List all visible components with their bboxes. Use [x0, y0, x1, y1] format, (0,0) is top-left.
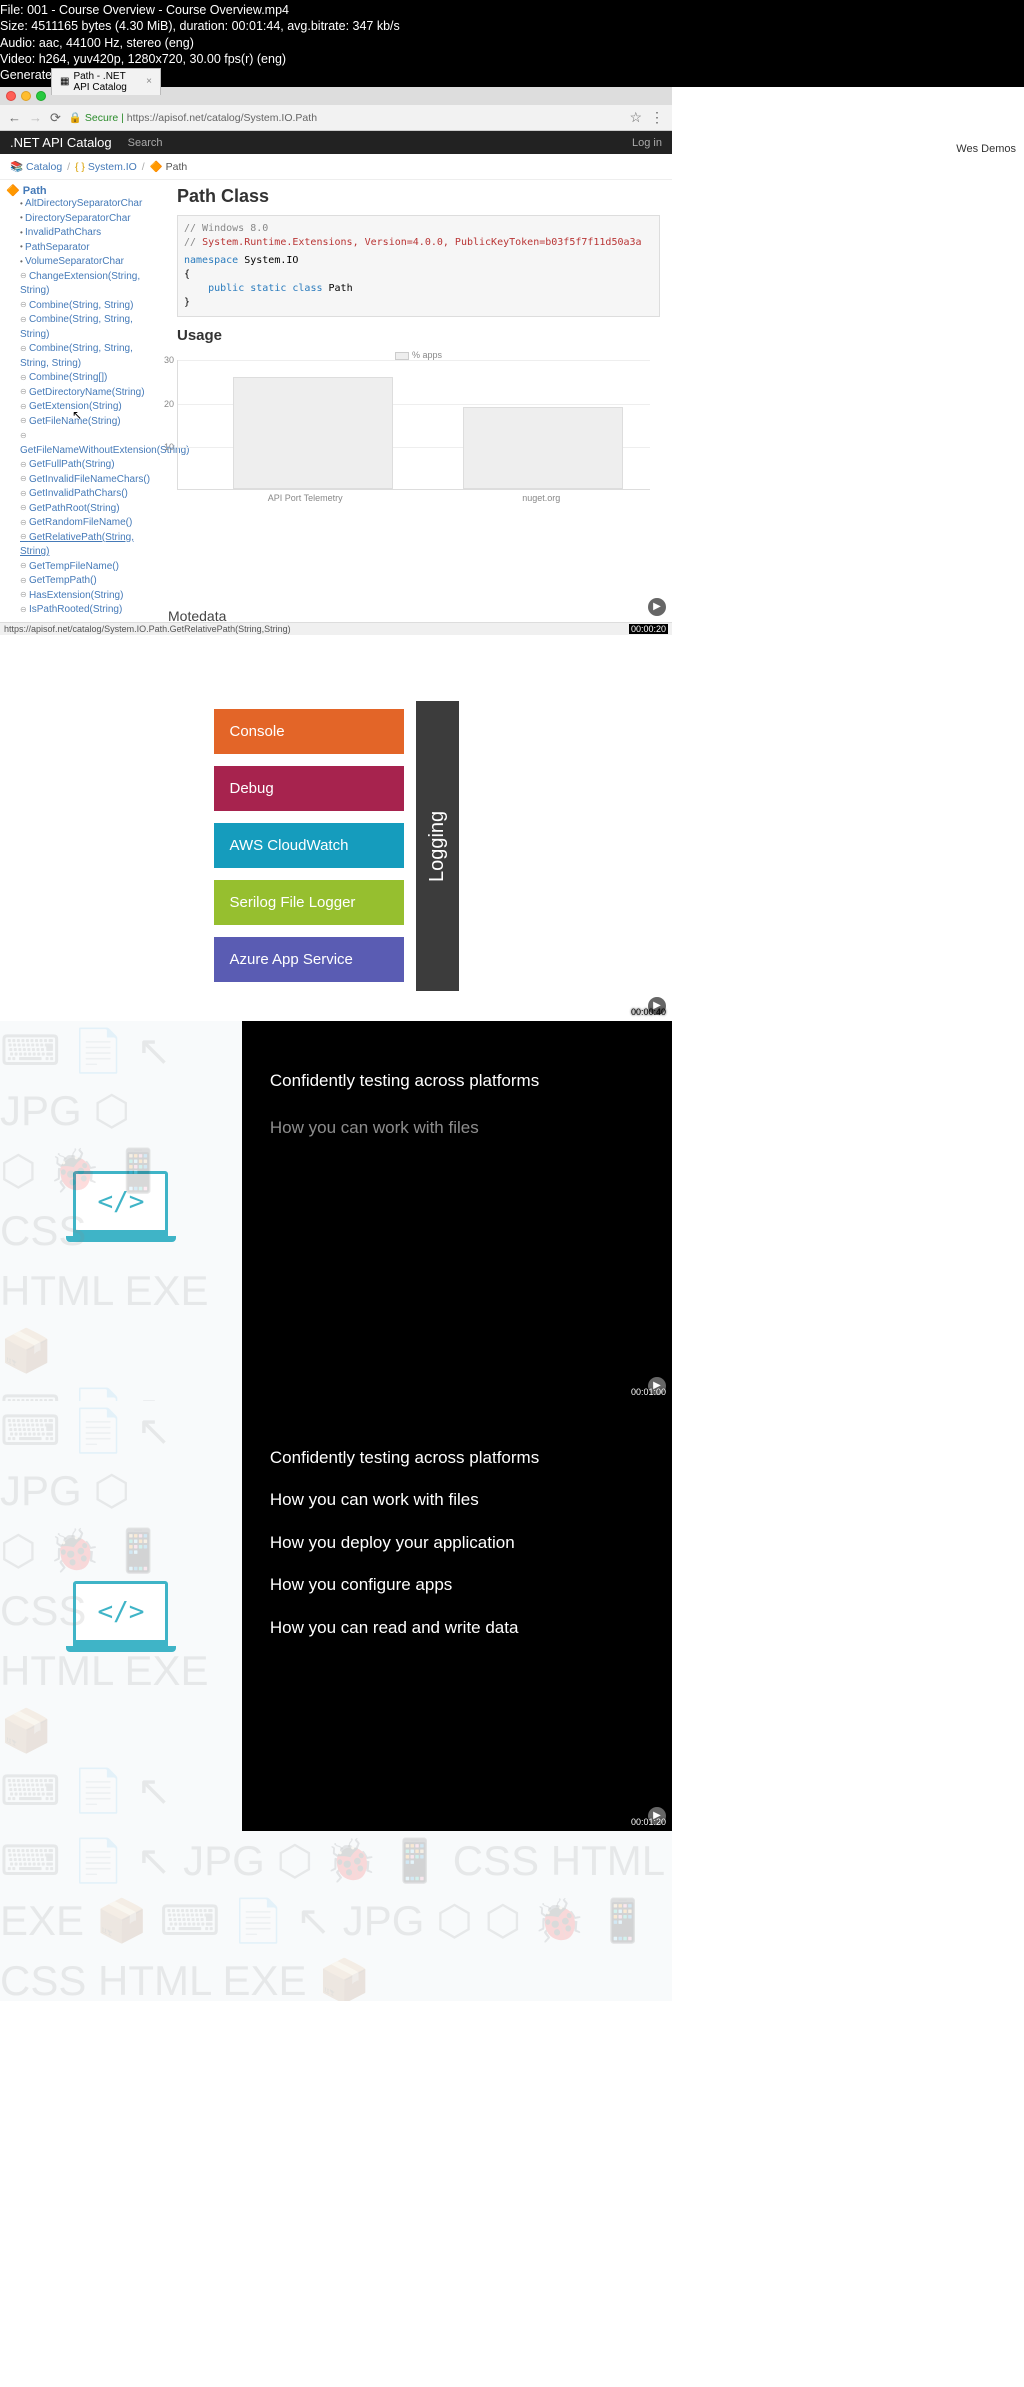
tree-root[interactable]: 🔶 Path — [6, 184, 159, 197]
tab-favicon: ▦ — [60, 76, 69, 87]
decorative-icons-bg: ⌨ 📄 ↖ JPG ⬡⬡ 🐞 📱 CSSHTML EXE 📦⌨ 📄 ↖ JPG — [0, 1021, 242, 1401]
play-overlay-icon: ▶ — [648, 598, 666, 616]
tree-item[interactable]: GetFullPath(String) — [20, 458, 159, 473]
login-link[interactable]: Log in — [632, 137, 662, 149]
tree-item[interactable]: AltDirectorySeparatorChar — [20, 197, 159, 212]
decorative-icons-bg: ⌨ 📄 ↖ JPG ⬡ 🐞 📱 CSS HTML EXE 📦 ⌨ 📄 ↖ JPG… — [0, 1831, 672, 2001]
logging-block: AWS CloudWatch — [214, 823, 404, 868]
tree-item[interactable]: GetExtension(String) — [20, 400, 159, 415]
tree-item[interactable]: Combine(String[]) — [20, 371, 159, 386]
logging-block: Serilog File Logger — [214, 880, 404, 925]
timestamp: 00:00:20 — [629, 624, 668, 634]
tree-item[interactable]: GetRandomFileName() — [20, 516, 159, 531]
menu-icon[interactable]: ⋮ — [650, 109, 664, 126]
chart-legend: % apps — [177, 350, 660, 360]
tree-item[interactable]: Combine(String, String) — [20, 299, 159, 314]
url-field[interactable]: 🔒 Secure | https://apisof.net/catalog/Sy… — [69, 111, 317, 124]
summary-line: Confidently testing across platforms — [270, 1057, 644, 1105]
chart-x-label: API Port Telemetry — [268, 493, 343, 503]
reload-button[interactable]: ⟳ — [50, 110, 61, 126]
tree-item[interactable]: VolumeSeparatorChar — [20, 255, 159, 270]
window-close-icon[interactable] — [6, 91, 16, 101]
site-header: .NET API Catalog Search Log in — [0, 131, 672, 154]
summary-line: How you can work with files — [270, 1104, 644, 1152]
status-bar: https://apisof.net/catalog/System.IO.Pat… — [0, 622, 672, 635]
search-link[interactable]: Search — [128, 137, 163, 149]
forward-button[interactable]: → — [29, 110, 42, 125]
tree-item[interactable]: IsPathRooted(String) — [20, 603, 159, 618]
tab-close-icon[interactable]: × — [146, 76, 152, 87]
api-tree: 🔶 Path AltDirectorySeparatorCharDirector… — [0, 180, 165, 622]
summary-line: How you can read and write data — [270, 1607, 644, 1650]
tree-item[interactable]: GetDirectoryName(String) — [20, 386, 159, 401]
summary-slide-1: ⌨ 📄 ↖ JPG ⬡⬡ 🐞 📱 CSSHTML EXE 📦⌨ 📄 ↖ JPG … — [0, 1021, 672, 1401]
breadcrumb-class: Path — [166, 161, 188, 173]
summary-line: How you can work with files — [270, 1479, 644, 1522]
logging-block: Debug — [214, 766, 404, 811]
tree-item[interactable]: GetTempFileName() — [20, 560, 159, 575]
decorative-icons-bg: ⌨ 📄 ↖ JPG ⬡⬡ 🐞 📱 CSSHTML EXE 📦⌨ 📄 ↖ JPG … — [0, 1401, 242, 1831]
bookmark-icon[interactable]: ☆ — [629, 109, 642, 126]
main-panel: Path Class // Windows 8.0 // System.Runt… — [165, 180, 672, 622]
chart-bar — [463, 407, 623, 489]
file-line: File: 001 - Course Overview - Course Ove… — [0, 2, 1024, 18]
metadata-heading-cut: Motedata — [168, 608, 226, 624]
file-line: Audio: aac, 44100 Hz, stereo (eng) — [0, 35, 1024, 51]
tree-item[interactable]: GetInvalidFileNameChars() — [20, 473, 159, 488]
summary-line: How you deploy your application — [270, 1522, 644, 1565]
class-icon: 🔶 — [150, 161, 163, 173]
usage-heading: Usage — [177, 327, 660, 344]
logging-block: Console — [214, 709, 404, 754]
code-snippet: // Windows 8.0 // System.Runtime.Extensi… — [177, 215, 660, 317]
address-bar: ← → ⟳ 🔒 Secure | https://apisof.net/cata… — [0, 105, 672, 131]
browser-tab[interactable]: ▦ Path - .NET API Catalog × — [51, 68, 161, 95]
tree-item[interactable]: GetTempPath() — [20, 574, 159, 589]
catalog-icon: 📚 — [10, 161, 23, 173]
timestamp: 00:01:20 — [631, 1817, 666, 1827]
tree-item[interactable]: GetRelativePath(String, String) — [20, 531, 159, 560]
tree-item[interactable]: PathSeparator — [20, 241, 159, 256]
tree-item[interactable]: DirectorySeparatorChar — [20, 212, 159, 227]
tree-item[interactable]: GetInvalidPathChars() — [20, 487, 159, 502]
timestamp: 00:01:00 — [631, 1387, 666, 1397]
file-line: Size: 4511165 bytes (4.30 MiB), duration… — [0, 18, 1024, 34]
logging-diagram: Console Debug AWS CloudWatch Serilog File L… — [0, 671, 672, 1021]
tree-item[interactable]: GetPathRoot(String) — [20, 502, 159, 517]
tree-item[interactable]: Combine(String, String, String) — [20, 313, 159, 342]
breadcrumb: 📚 Catalog / { } System.IO / 🔶 Path — [0, 154, 672, 180]
page-title: Path Class — [177, 186, 660, 207]
window-owner-label: Wes Demos — [956, 143, 1016, 155]
summary-line: Confidently testing across platforms — [270, 1437, 644, 1480]
logging-block: Azure App Service — [214, 937, 404, 982]
trailing-panel: ⌨ 📄 ↖ JPG ⬡ 🐞 📱 CSS HTML EXE 📦 ⌨ 📄 ↖ JPG… — [0, 1831, 672, 2001]
tree-item[interactable]: InvalidPathChars — [20, 226, 159, 241]
chart-bar — [233, 377, 393, 490]
status-url: https://apisof.net/catalog/System.IO.Pat… — [4, 624, 291, 634]
summary-slide-2: ⌨ 📄 ↖ JPG ⬡⬡ 🐞 📱 CSSHTML EXE 📦⌨ 📄 ↖ JPG … — [0, 1401, 672, 1831]
back-button[interactable]: ← — [8, 110, 21, 125]
site-brand[interactable]: .NET API Catalog — [10, 135, 112, 150]
window-minimize-icon[interactable] — [21, 91, 31, 101]
usage-chart: 102030API Port Telemetrynuget.org — [177, 360, 650, 490]
namespace-icon: { } — [75, 161, 85, 173]
tree-item[interactable]: GetFileNameWithoutExtension(String) — [20, 429, 159, 458]
breadcrumb-catalog[interactable]: Catalog — [26, 161, 62, 173]
timestamp: 00:00:40 — [631, 1007, 666, 1017]
tree-item[interactable]: GetFileName(String) — [20, 415, 159, 430]
page-content: 🔶 Path AltDirectorySeparatorCharDirector… — [0, 180, 672, 622]
window-maximize-icon[interactable] — [36, 91, 46, 101]
chart-x-label: nuget.org — [522, 493, 560, 503]
logging-vertical-label: Logging — [416, 701, 459, 991]
summary-line: How you configure apps — [270, 1564, 644, 1607]
tree-item[interactable]: Combine(String, String, String, String) — [20, 342, 159, 371]
window-titlebar: ▦ Path - .NET API Catalog × — [0, 87, 672, 105]
file-line: Video: h264, yuv420p, 1280x720, 30.00 fp… — [0, 51, 1024, 67]
tab-title: Path - .NET API Catalog — [73, 71, 142, 93]
lock-icon: 🔒 — [69, 112, 82, 124]
tree-item[interactable]: HasExtension(String) — [20, 589, 159, 604]
tree-item[interactable]: ChangeExtension(String, String) — [20, 270, 159, 299]
breadcrumb-namespace[interactable]: System.IO — [88, 161, 137, 173]
